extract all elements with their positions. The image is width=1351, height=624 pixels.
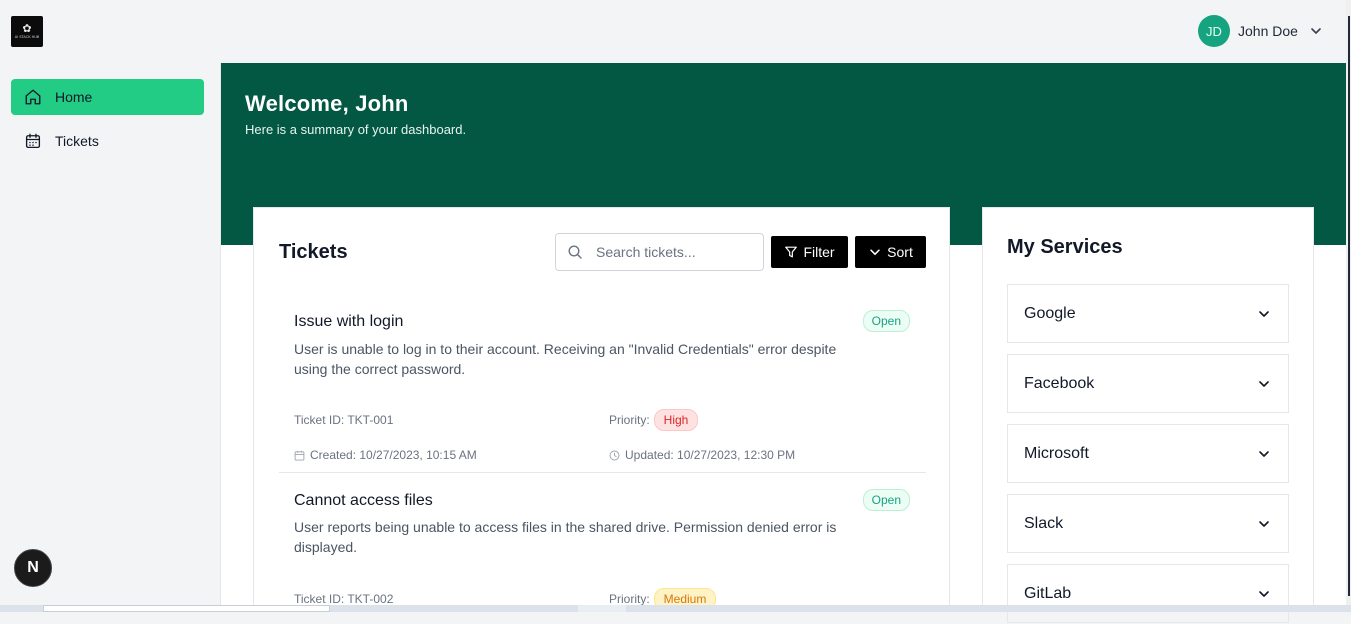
logo-mark-icon: ✿ xyxy=(22,23,32,35)
ticket-title: Issue with login xyxy=(294,313,404,330)
sidebar-item-label: Tickets xyxy=(55,133,99,149)
app-logo[interactable]: ✿ AI STACK HUB xyxy=(11,16,43,47)
service-item-slack[interactable]: Slack xyxy=(1007,494,1289,553)
ticket-description: User is unable to log in to their accoun… xyxy=(294,341,837,377)
service-item-gitlab[interactable]: GitLab xyxy=(1007,564,1289,623)
service-label: Slack xyxy=(1024,514,1064,532)
calendar-icon xyxy=(294,450,305,461)
service-item-facebook[interactable]: Facebook xyxy=(1007,354,1289,413)
chevron-down-icon xyxy=(1259,380,1269,387)
bottom-panel-tab xyxy=(43,605,330,612)
sidebar-item-home[interactable]: Home xyxy=(11,79,204,115)
sidebar-item-tickets[interactable]: Tickets xyxy=(11,123,204,159)
filter-icon xyxy=(785,246,798,258)
home-icon xyxy=(25,89,41,105)
sidebar-item-label: Home xyxy=(55,89,93,105)
service-label: GitLab xyxy=(1024,584,1072,602)
bottom-segment xyxy=(578,605,626,612)
search-input[interactable] xyxy=(596,244,756,260)
filter-button[interactable]: Filter xyxy=(771,236,848,268)
ticket-description: User reports being unable to access file… xyxy=(294,519,837,555)
ticket-priority: Priority: High xyxy=(609,409,699,431)
sort-label: Sort xyxy=(887,244,913,260)
logo-text: AI STACK HUB xyxy=(14,35,40,39)
avatar: JD xyxy=(1198,15,1230,47)
services-panel: My Services Google Facebook Microsoft Sl… xyxy=(982,207,1314,623)
created-text: Created: 10/27/2023, 10:15 AM xyxy=(310,448,477,462)
sidebar: Home Tickets xyxy=(0,63,221,612)
ticket-id: Ticket ID: TKT-002 xyxy=(294,592,393,606)
service-item-microsoft[interactable]: Microsoft xyxy=(1007,424,1289,483)
calendar-icon xyxy=(25,133,41,149)
sort-button[interactable]: Sort xyxy=(855,236,926,268)
ticket-id-text: Ticket ID: TKT-002 xyxy=(294,592,394,606)
dev-tools-badge[interactable]: N xyxy=(14,549,52,587)
service-label: Facebook xyxy=(1024,374,1095,392)
scrollbar-thumb[interactable] xyxy=(1348,16,1350,596)
chevron-down-icon xyxy=(1311,28,1321,34)
service-item-google[interactable]: Google xyxy=(1007,284,1289,343)
priority-badge: High xyxy=(653,409,699,431)
ticket-item[interactable]: Issue with login Open User is unable to … xyxy=(279,285,926,473)
services-title: My Services xyxy=(1007,236,1123,258)
user-menu[interactable]: JD John Doe xyxy=(1198,15,1324,47)
page-subtitle: Here is a summary of your dashboard. xyxy=(245,122,467,137)
ticket-item[interactable]: Cannot access files Open User reports be… xyxy=(279,474,926,624)
tickets-panel: Tickets Filter Sort Issue with login Ope… xyxy=(253,207,950,612)
tickets-title: Tickets xyxy=(279,241,348,263)
top-bar: ✿ AI STACK HUB JD John Doe xyxy=(0,0,1346,63)
ticket-id-text: Ticket ID: TKT-001 xyxy=(294,413,394,427)
user-name: John Doe xyxy=(1238,23,1298,39)
priority-label: Priority: xyxy=(609,413,650,427)
chevron-down-icon xyxy=(1259,450,1269,457)
ticket-updated: Updated: 10/27/2023, 12:30 PM xyxy=(609,448,795,462)
clock-icon xyxy=(609,450,620,460)
ticket-created: Created: 10/27/2023, 10:15 AM xyxy=(294,448,477,462)
ticket-id: Ticket ID: TKT-001 xyxy=(294,413,393,427)
search-icon xyxy=(568,245,582,259)
page-title: Welcome, John xyxy=(245,91,409,116)
chevron-down-icon xyxy=(1259,520,1269,527)
bottom-strip xyxy=(0,605,1351,612)
status-badge: Open xyxy=(862,489,910,511)
service-label: Microsoft xyxy=(1024,444,1089,462)
search-box[interactable] xyxy=(555,233,764,271)
chevron-down-icon xyxy=(1259,590,1269,597)
priority-label: Priority: xyxy=(609,592,650,606)
filter-label: Filter xyxy=(803,244,835,260)
status-badge: Open xyxy=(862,310,910,332)
chevron-down-icon xyxy=(870,249,880,255)
updated-text: Updated: 10/27/2023, 12:30 PM xyxy=(625,448,796,462)
service-label: Google xyxy=(1024,304,1076,322)
ticket-title: Cannot access files xyxy=(294,492,433,509)
chevron-down-icon xyxy=(1259,310,1269,317)
